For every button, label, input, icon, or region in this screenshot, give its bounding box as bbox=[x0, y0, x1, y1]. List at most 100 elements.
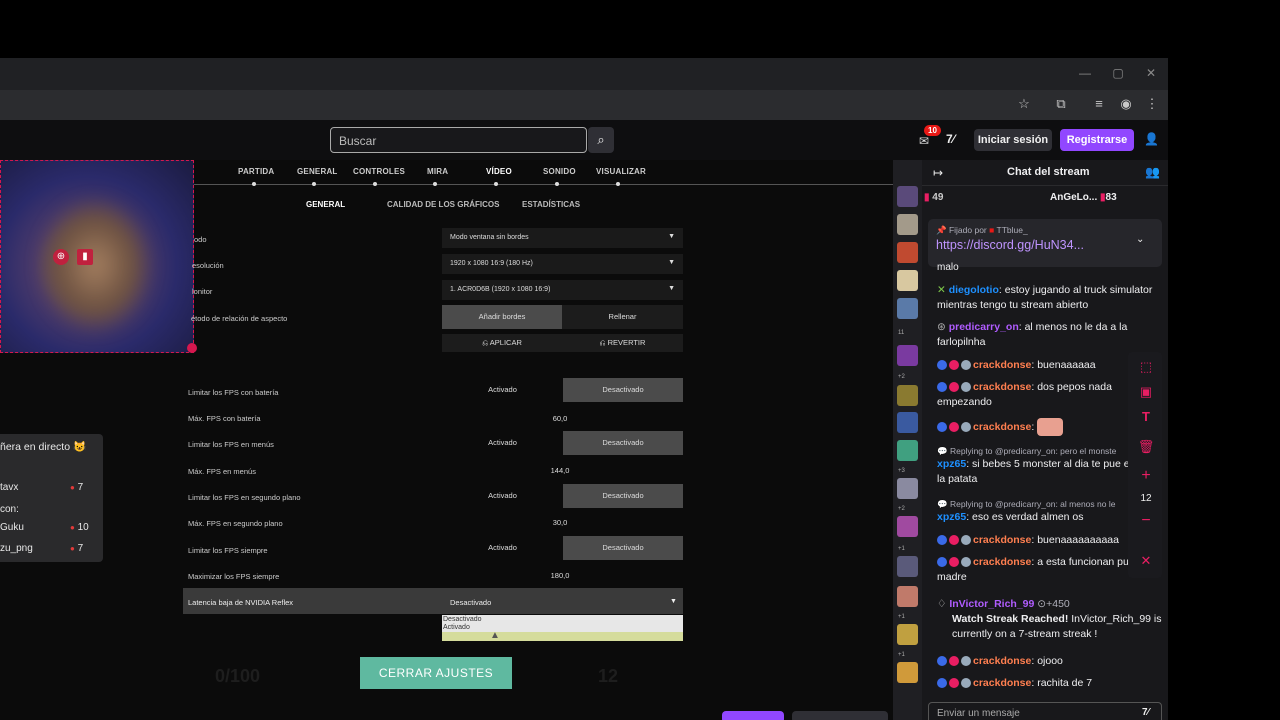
fps-menus-on-button[interactable]: Activado bbox=[442, 431, 563, 455]
menu-icon[interactable]: ⋮ bbox=[1143, 96, 1161, 112]
trash-icon[interactable]: 🗑 bbox=[1134, 436, 1158, 458]
search-icon[interactable]: ⌕ bbox=[588, 127, 614, 153]
chevron-down-icon: ▼ bbox=[670, 598, 677, 605]
aspect-add-borders-button[interactable]: Añadir bordes bbox=[442, 305, 562, 329]
tool-count: 12 bbox=[1140, 493, 1152, 504]
close-window-button[interactable]: ✕ bbox=[1141, 66, 1161, 80]
side-avatar[interactable] bbox=[897, 586, 918, 607]
side-avatar[interactable] bbox=[897, 214, 918, 235]
tab-general[interactable]: GENERAL bbox=[297, 167, 338, 176]
close-icon[interactable]: ✕ bbox=[1134, 550, 1158, 572]
tab-partida[interactable]: PARTIDA bbox=[238, 167, 274, 176]
side-avatar[interactable] bbox=[897, 662, 918, 683]
globe-icon[interactable]: ⊕ bbox=[53, 249, 69, 265]
side-avatar[interactable] bbox=[897, 186, 918, 207]
side-avatar[interactable] bbox=[897, 516, 918, 537]
emote-image bbox=[1037, 418, 1064, 436]
purple-button[interactable] bbox=[722, 711, 784, 720]
cursor-icon: ▲ bbox=[490, 630, 500, 641]
fps-background-off-button[interactable]: Desactivado bbox=[563, 484, 683, 508]
plus-icon[interactable]: + bbox=[1134, 465, 1158, 487]
maximize-button[interactable]: ▢ bbox=[1108, 66, 1128, 80]
select-icon[interactable]: ⬚ bbox=[1134, 356, 1158, 378]
apply-button[interactable]: ⎌ APLICAR bbox=[442, 334, 562, 352]
side-avatar[interactable] bbox=[897, 298, 918, 319]
revert-button[interactable]: ⎌ REVERTIR bbox=[562, 334, 683, 352]
fps-row-label: Máx. FPS en menús bbox=[188, 467, 256, 476]
nvidia-dropdown[interactable]: Desactivado bbox=[450, 598, 491, 607]
nvidia-option-hover[interactable] bbox=[442, 632, 683, 641]
side-avatar[interactable] bbox=[897, 412, 918, 433]
close-settings-button[interactable]: CERRAR AJUSTES bbox=[360, 657, 512, 689]
subtab-general[interactable]: GENERAL bbox=[306, 200, 345, 209]
browser-toolbar bbox=[0, 90, 1168, 120]
prime-icon[interactable]: 7⁄ bbox=[946, 132, 955, 146]
chevron-down-icon[interactable]: ⌄ bbox=[1136, 234, 1144, 245]
image-icon[interactable]: ▣ bbox=[1134, 381, 1158, 403]
side-avatar[interactable] bbox=[897, 478, 918, 499]
side-avatar[interactable] bbox=[897, 270, 918, 291]
fps-row-label: Máx. FPS con batería bbox=[188, 414, 261, 423]
tab-video[interactable]: VÍDEO bbox=[486, 167, 512, 176]
fps-battery-value[interactable]: 60,0 bbox=[520, 414, 600, 423]
subtab-estadisticas[interactable]: ESTADÍSTICAS bbox=[522, 200, 580, 209]
revert-icon: ⎌ bbox=[599, 338, 608, 347]
side-avatar[interactable] bbox=[897, 624, 918, 645]
monitor-dropdown[interactable]: 1. ACR0D6B (1920 x 1080 16:9) ▼ bbox=[442, 280, 683, 300]
fps-always-off-button[interactable]: Desactivado bbox=[563, 536, 683, 560]
tab-controles[interactable]: CONTROLES bbox=[353, 167, 405, 176]
fps-row-label: Máx. FPS en segundo plano bbox=[188, 519, 283, 528]
aspect-fill-button[interactable]: Rellenar bbox=[562, 305, 683, 329]
resolucion-label: esolución bbox=[192, 261, 224, 270]
fps-menus-value[interactable]: 144,0 bbox=[520, 466, 600, 475]
fps-row-label: Maximizar los FPS siempre bbox=[188, 572, 280, 581]
side-avatar[interactable] bbox=[897, 556, 918, 577]
text-icon[interactable]: T bbox=[1134, 406, 1158, 428]
minimize-button[interactable]: — bbox=[1075, 66, 1095, 80]
user-icon[interactable]: 👤 bbox=[1144, 132, 1159, 146]
emote-picker-icon[interactable]: 7⁄ bbox=[1142, 707, 1149, 718]
signup-button[interactable]: Registrarse bbox=[1060, 129, 1134, 151]
resolucion-dropdown[interactable]: 1920 x 1080 16:9 (180 Hz) ▼ bbox=[442, 254, 683, 274]
minus-icon[interactable]: − bbox=[1134, 510, 1158, 532]
fps-battery-off-button[interactable]: Desactivado bbox=[563, 378, 683, 402]
fps-row-label: Limitar los FPS con batería bbox=[188, 388, 279, 397]
tab-visualizar[interactable]: VISUALIZAR bbox=[596, 167, 646, 176]
star-icon[interactable]: ☆ bbox=[1015, 96, 1033, 112]
notifications-icon[interactable]: ✉ bbox=[919, 134, 929, 148]
fps-always-on-button[interactable]: Activado bbox=[442, 536, 563, 560]
resize-handle[interactable] bbox=[187, 343, 197, 353]
grey-button[interactable] bbox=[792, 711, 888, 720]
modo-dropdown[interactable]: Modo ventana sin bordes ▼ bbox=[442, 228, 683, 248]
nvidia-option[interactable]: Desactivado bbox=[443, 616, 482, 623]
side-avatar[interactable] bbox=[897, 345, 918, 366]
media-icon[interactable]: ≡ bbox=[1090, 96, 1108, 111]
chat-message: crackdonse: rachita de 7 bbox=[937, 676, 1165, 691]
fps-battery-on-button[interactable]: Activado bbox=[442, 378, 563, 402]
side-avatar[interactable] bbox=[897, 385, 918, 406]
side-avatar[interactable] bbox=[897, 242, 918, 263]
pinned-link[interactable]: https://discord.gg/HuN34... bbox=[936, 238, 1084, 252]
extensions-icon[interactable]: ⧉ bbox=[1052, 96, 1070, 112]
watch-streak-body: Watch Streak Reached! InVictor_Rich_99 i… bbox=[952, 613, 1162, 640]
trash-icon[interactable]: ▮ bbox=[77, 249, 93, 265]
chat-input[interactable]: Enviar un mensaje bbox=[928, 702, 1162, 720]
nvidia-option[interactable]: Activado bbox=[443, 624, 470, 631]
login-button[interactable]: Iniciar sesión bbox=[974, 129, 1052, 151]
side-avatar[interactable] bbox=[897, 440, 918, 461]
account-icon[interactable]: ◉ bbox=[1117, 96, 1135, 112]
fps-background-value[interactable]: 30,0 bbox=[520, 518, 600, 527]
fps-max-value[interactable]: 180,0 bbox=[520, 571, 600, 580]
subtab-calidad[interactable]: CALIDAD DE LOS GRÁFICOS bbox=[387, 200, 499, 209]
side-count: +2 bbox=[898, 506, 905, 512]
fps-row-label: Limitar los FPS en menús bbox=[188, 440, 274, 449]
search-input[interactable]: Buscar bbox=[330, 127, 587, 153]
fps-background-on-button[interactable]: Activado bbox=[442, 484, 563, 508]
collapse-chat-icon[interactable]: ↦ bbox=[933, 166, 943, 180]
tab-sonido[interactable]: SONIDO bbox=[543, 167, 576, 176]
tab-mira[interactable]: MIRA bbox=[427, 167, 448, 176]
fps-menus-off-button[interactable]: Desactivado bbox=[563, 431, 683, 455]
modo-label: odo bbox=[194, 235, 207, 244]
side-count: +1 bbox=[898, 546, 905, 552]
chat-users-icon[interactable]: 👥 bbox=[1145, 165, 1160, 179]
